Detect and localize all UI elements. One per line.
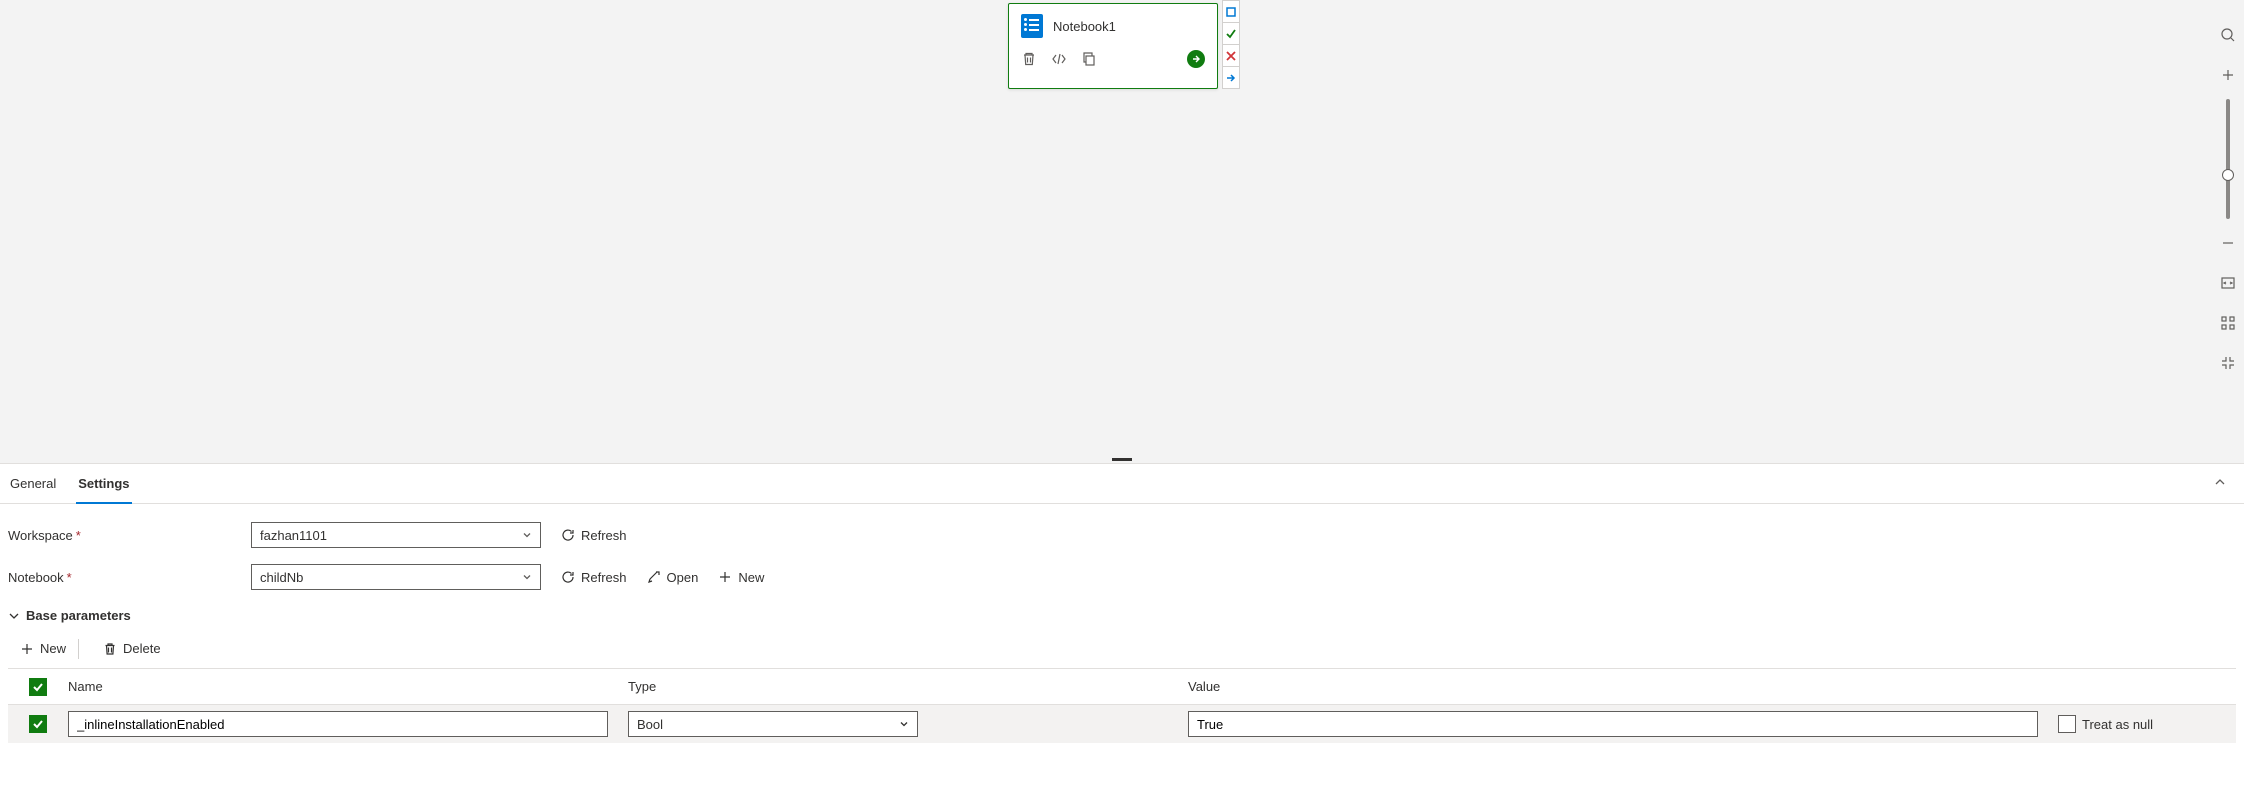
chevron-down-icon	[522, 570, 532, 585]
notebook-row: Notebook* childNb Refresh Open New	[8, 556, 2236, 598]
zoom-slider[interactable]	[2226, 99, 2230, 219]
copy-icon[interactable]	[1081, 51, 1097, 67]
treat-as-null-label: Treat as null	[2082, 717, 2153, 732]
tab-general[interactable]: General	[8, 464, 58, 504]
header-value: Value	[1188, 679, 2058, 694]
status-error-icon[interactable]	[1223, 45, 1239, 67]
param-type-select[interactable]: Bool	[628, 711, 918, 737]
status-pending-icon[interactable]	[1223, 1, 1239, 23]
header-name: Name	[68, 679, 628, 694]
param-delete-button[interactable]: Delete	[103, 641, 161, 656]
settings-body: Workspace* fazhan1101 Refresh Notebook* …	[0, 504, 2244, 753]
notebook-new-button[interactable]: New	[718, 570, 764, 585]
param-new-button[interactable]: New	[20, 641, 66, 656]
notebook-icon	[1021, 14, 1043, 38]
chevron-down-icon	[899, 717, 909, 732]
workspace-refresh-button[interactable]: Refresh	[561, 528, 627, 543]
status-next-icon[interactable]	[1223, 67, 1239, 88]
node-status-strip	[1222, 0, 1240, 89]
canvas-tools	[2212, 15, 2244, 383]
node-title: Notebook1	[1053, 19, 1116, 34]
workspace-select[interactable]: fazhan1101	[251, 522, 541, 548]
row-checkbox[interactable]	[29, 715, 47, 733]
tab-settings[interactable]: Settings	[76, 464, 131, 504]
notebook-value: childNb	[260, 570, 303, 585]
notebook-activity-node[interactable]: Notebook1	[1008, 3, 1218, 89]
panel-resize-handle[interactable]	[0, 455, 2244, 463]
delete-icon[interactable]	[1021, 51, 1037, 67]
workspace-value: fazhan1101	[260, 528, 327, 543]
toolbar-divider	[78, 639, 79, 659]
collapse-panel-icon[interactable]	[2204, 476, 2236, 491]
param-toolbar: New Delete	[8, 629, 2236, 669]
workspace-label: Workspace*	[8, 528, 243, 543]
param-value-input[interactable]	[1188, 711, 2038, 737]
select-all-checkbox[interactable]	[29, 678, 47, 696]
param-table: Name Type Value Bool	[8, 669, 2236, 743]
minimize-icon[interactable]	[2212, 343, 2244, 383]
notebook-open-button[interactable]: Open	[647, 570, 699, 585]
pipeline-canvas[interactable]: Notebook1	[0, 0, 2212, 455]
zoom-in-icon[interactable]	[2212, 55, 2244, 95]
param-table-header: Name Type Value	[8, 669, 2236, 705]
fit-icon[interactable]	[2212, 263, 2244, 303]
base-parameters-header[interactable]: Base parameters	[8, 598, 2236, 629]
param-name-input[interactable]	[68, 711, 608, 737]
properties-panel: General Settings Workspace* fazhan1101 R…	[0, 463, 2244, 805]
layout-icon[interactable]	[2212, 303, 2244, 343]
zoom-out-icon[interactable]	[2212, 223, 2244, 263]
workspace-row: Workspace* fazhan1101 Refresh	[8, 514, 2236, 556]
param-row: Bool Treat as null	[8, 705, 2236, 743]
section-title: Base parameters	[26, 608, 131, 623]
tab-bar: General Settings	[0, 464, 2244, 504]
zoom-handle[interactable]	[2222, 169, 2234, 181]
chevron-down-icon	[8, 610, 20, 622]
notebook-select[interactable]: childNb	[251, 564, 541, 590]
node-toolbar	[1009, 44, 1217, 76]
header-type: Type	[628, 679, 1188, 694]
treat-as-null-checkbox[interactable]	[2058, 715, 2076, 733]
status-success-icon[interactable]	[1223, 23, 1239, 45]
notebook-label: Notebook*	[8, 570, 243, 585]
notebook-refresh-button[interactable]: Refresh	[561, 570, 627, 585]
node-header: Notebook1	[1009, 4, 1217, 44]
search-icon[interactable]	[2212, 15, 2244, 55]
chevron-down-icon	[522, 528, 532, 543]
code-icon[interactable]	[1051, 51, 1067, 67]
run-icon[interactable]	[1187, 50, 1205, 68]
